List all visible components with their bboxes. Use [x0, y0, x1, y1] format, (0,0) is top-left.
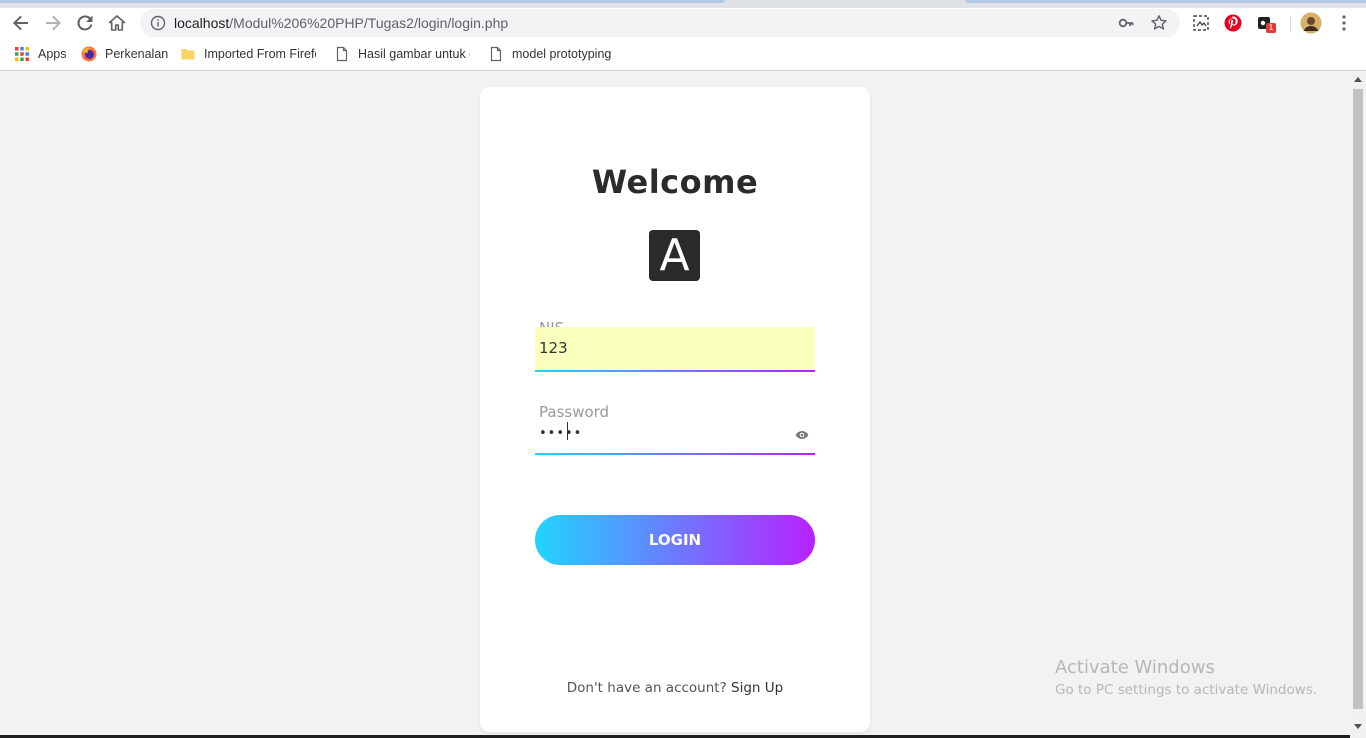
other-tab[interactable] — [965, 0, 1366, 3]
back-arrow-icon — [13, 15, 28, 31]
active-tab[interactable] — [0, 0, 725, 3]
password-underline — [535, 453, 815, 455]
bookmark-star-icon[interactable] — [1150, 14, 1168, 32]
bookmark-model-prototyping[interactable]: model prototyping — [488, 45, 611, 63]
avatar-icon — [1300, 12, 1322, 34]
activate-windows-watermark: Activate Windows Go to PC settings to ac… — [1055, 657, 1317, 698]
forward-arrow-icon — [46, 15, 61, 31]
scroll-thumb[interactable] — [1353, 89, 1363, 709]
signup-prompt-text: Don't have an account? — [566, 680, 727, 696]
forward-button[interactable] — [40, 10, 66, 36]
extension-button-3[interactable]: 1 — [1254, 12, 1276, 34]
bookmark-label: Apps — [38, 47, 67, 61]
home-icon — [108, 15, 126, 31]
profile-avatar[interactable] — [1300, 12, 1322, 34]
bookmark-label: Perkenalan — [105, 47, 169, 61]
password-input-value: ••••• — [539, 426, 583, 441]
kebab-menu-icon — [1342, 15, 1346, 31]
bookmark-label: Hasil gambar untuk c — [358, 47, 470, 61]
scroll-down-arrow-icon[interactable] — [1354, 724, 1362, 729]
page-icon — [336, 46, 348, 62]
bookmark-apps[interactable]: Apps — [14, 45, 67, 63]
apps-grid-icon — [15, 47, 29, 61]
url-host: localhost — [174, 15, 230, 31]
pinterest-icon — [1224, 14, 1242, 32]
extension-button-pinterest[interactable] — [1222, 12, 1244, 34]
bookmark-imported-folder[interactable]: Imported From Firefc — [180, 45, 316, 63]
login-card: Welcome A NIS 123 Password ••••• LOGIN D… — [480, 87, 870, 732]
key-icon[interactable] — [1118, 15, 1134, 31]
nis-input[interactable] — [535, 327, 815, 372]
reload-button[interactable] — [72, 10, 98, 36]
url-path: /Modul%206%20PHP/Tugas2/login/login.php — [229, 15, 509, 31]
toolbar-separator — [1290, 16, 1291, 32]
nis-input-value: 123 — [539, 339, 568, 357]
watermark-title: Activate Windows — [1055, 657, 1215, 678]
tab-strip — [0, 0, 1366, 8]
bookmark-perkenalan[interactable]: Perkenalan — [81, 45, 168, 63]
chrome-menu-button[interactable] — [1333, 12, 1355, 34]
back-button[interactable] — [8, 10, 34, 36]
page-viewport: Welcome A NIS 123 Password ••••• LOGIN D… — [0, 72, 1350, 738]
reload-icon — [77, 15, 93, 31]
page-icon — [490, 46, 502, 62]
bookmark-label: Imported From Firefc — [204, 47, 316, 61]
info-icon[interactable] — [150, 15, 166, 31]
bookmarks-bar: Apps Perkenalan Imported From Firefc Has… — [0, 38, 1366, 71]
browser-toolbar: localhost/Modul%206%20PHP/Tugas2/login/l… — [0, 8, 1366, 38]
watermark-subtitle: Go to PC settings to activate Windows. — [1055, 682, 1318, 698]
bookmark-label: model prototyping — [512, 47, 612, 61]
extension-badge: 1 — [1266, 23, 1276, 33]
show-password-eye-icon[interactable] — [795, 430, 809, 440]
extension-button-1[interactable] — [1190, 12, 1212, 34]
screenshot-extension-icon — [1193, 15, 1209, 31]
nis-underline — [535, 370, 815, 372]
home-button[interactable] — [104, 10, 130, 36]
folder-icon — [181, 49, 195, 60]
signup-link[interactable]: Sign Up — [731, 680, 783, 696]
logo-badge: A — [649, 230, 700, 281]
address-bar[interactable]: localhost/Modul%206%20PHP/Tugas2/login/l… — [140, 9, 1180, 37]
login-button[interactable]: LOGIN — [535, 515, 815, 565]
signup-prompt: Don't have an account? Sign Up — [480, 680, 870, 696]
firefox-icon — [81, 46, 97, 62]
text-caret — [567, 422, 568, 440]
scroll-up-arrow-icon[interactable] — [1354, 77, 1362, 82]
bookmark-hasil-gambar[interactable]: Hasil gambar untuk c — [334, 45, 470, 63]
page-scrollbar[interactable] — [1350, 72, 1366, 738]
page-title: Welcome — [591, 163, 759, 201]
url-text: localhost/Modul%206%20PHP/Tugas2/login/l… — [174, 15, 508, 31]
